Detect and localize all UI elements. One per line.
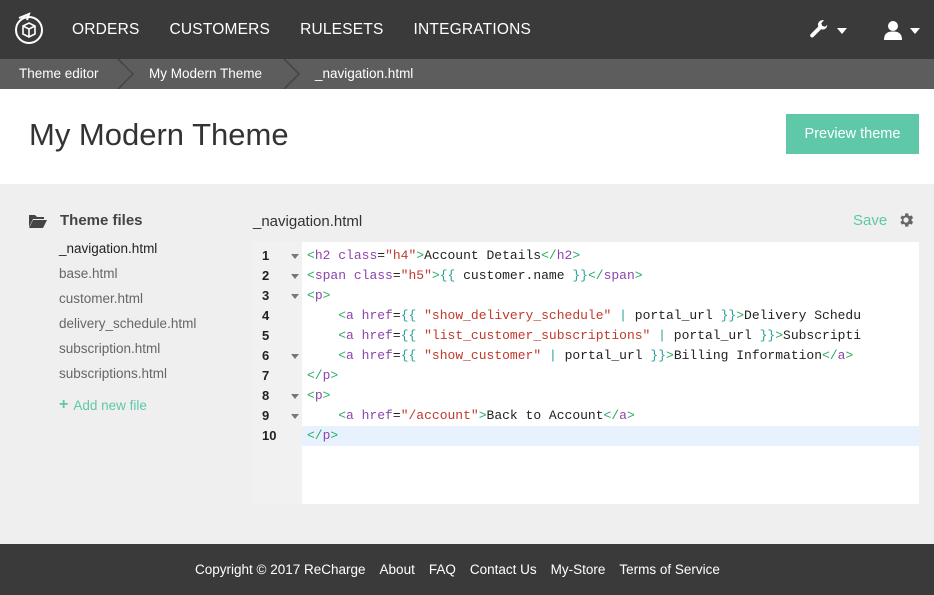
footer-link-faq[interactable]: FAQ (429, 562, 456, 577)
footer-links: Copyright © 2017 ReCharge About FAQ Cont… (195, 544, 734, 595)
nav-right (772, 0, 920, 59)
file-item[interactable]: subscription.html (59, 338, 196, 363)
code-line[interactable]: <a href={{ "show_customer" | portal_url … (302, 346, 919, 366)
copyright-text: Copyright © 2017 ReCharge (195, 562, 366, 577)
fold-arrow-icon[interactable] (291, 354, 299, 359)
line-number: 4 (262, 308, 270, 323)
plus-icon: + (59, 396, 69, 413)
theme-files-label: Theme files (60, 212, 143, 229)
fold-arrow-icon[interactable] (291, 254, 299, 259)
main-nav: ORDERS CUSTOMERS RULESETS INTEGRATIONS (72, 0, 561, 59)
folder-open-icon (29, 214, 47, 228)
chevron-down-icon (910, 28, 920, 34)
footer-link-contact[interactable]: Contact Us (470, 562, 537, 577)
code-line[interactable]: <p> (302, 286, 919, 306)
line-number: 6 (262, 348, 270, 363)
file-list: _navigation.html base.html customer.html… (59, 238, 196, 388)
code-line[interactable]: <a href="/account">Back to Account</a> (302, 406, 919, 426)
user-dropdown[interactable] (883, 20, 920, 40)
breadcrumb-theme[interactable]: My Modern Theme (149, 59, 262, 89)
breadcrumb: Theme editor My Modern Theme _navigation… (0, 59, 934, 89)
file-item[interactable]: _navigation.html (59, 238, 196, 263)
add-new-file-link[interactable]: + Add new file (59, 396, 147, 414)
chevron-right-icon (117, 59, 135, 89)
nav-rulesets[interactable]: RULESETS (300, 21, 383, 39)
footer: Copyright © 2017 ReCharge About FAQ Cont… (0, 544, 934, 595)
file-item[interactable]: delivery_schedule.html (59, 313, 196, 338)
code-line[interactable]: <span class="h5">{{ customer.name }}</sp… (302, 266, 919, 286)
code-line[interactable]: </p> (302, 426, 919, 446)
line-number: 2 (262, 268, 270, 283)
file-item[interactable]: subscriptions.html (59, 363, 196, 388)
fold-arrow-icon[interactable] (291, 394, 299, 399)
code-line[interactable]: <h2 class="h4">Account Details</h2> (302, 246, 919, 266)
line-number: 10 (262, 428, 277, 443)
footer-link-terms[interactable]: Terms of Service (619, 562, 720, 577)
breadcrumb-theme-editor[interactable]: Theme editor (19, 59, 99, 89)
tools-dropdown[interactable] (808, 19, 847, 41)
nav-integrations[interactable]: INTEGRATIONS (414, 21, 532, 39)
file-item[interactable]: customer.html (59, 288, 196, 313)
footer-link-about[interactable]: About (380, 562, 415, 577)
recharge-logo-icon[interactable] (13, 12, 45, 46)
breadcrumb-current-file: _navigation.html (315, 66, 414, 81)
chevron-down-icon (837, 28, 847, 34)
line-number: 5 (262, 328, 270, 343)
line-number: 1 (262, 248, 270, 263)
code-line[interactable]: <a href={{ "list_customer_subscriptions"… (302, 326, 919, 346)
code-area[interactable]: <h2 class="h4">Account Details</h2> <span… (302, 242, 919, 504)
chevron-right-icon (283, 59, 301, 89)
line-number: 8 (262, 388, 270, 403)
save-button[interactable]: Save (853, 212, 887, 229)
line-number: 7 (262, 368, 270, 383)
code-editor[interactable]: 1 2 3 4 5 6 7 8 9 10 <h2 class="h4">Acco… (252, 242, 919, 504)
top-navbar: ORDERS CUSTOMERS RULESETS INTEGRATIONS (0, 0, 934, 59)
footer-link-my-store[interactable]: My-Store (551, 562, 606, 577)
code-line[interactable]: </p> (302, 366, 919, 386)
fold-arrow-icon[interactable] (291, 274, 299, 279)
page-title: My Modern Theme (29, 117, 289, 152)
code-line[interactable]: <a href={{ "show_delivery_schedule" | po… (302, 306, 919, 326)
wrench-icon (810, 19, 828, 37)
preview-theme-button[interactable]: Preview theme (786, 114, 919, 154)
theme-files-heading: Theme files (29, 212, 143, 229)
editor-gutter: 1 2 3 4 5 6 7 8 9 10 (252, 242, 302, 504)
nav-orders[interactable]: ORDERS (72, 21, 140, 39)
fold-arrow-icon[interactable] (291, 414, 299, 419)
nav-customers[interactable]: CUSTOMERS (170, 21, 271, 39)
editor-filename: _navigation.html (253, 213, 363, 230)
code-line[interactable]: <p> (302, 386, 919, 406)
line-number: 3 (262, 288, 270, 303)
user-icon (884, 20, 902, 40)
gear-icon[interactable] (897, 211, 915, 229)
fold-arrow-icon[interactable] (291, 294, 299, 299)
add-new-file-label: Add new file (73, 397, 147, 413)
file-item[interactable]: base.html (59, 263, 196, 288)
line-number: 9 (262, 408, 270, 423)
